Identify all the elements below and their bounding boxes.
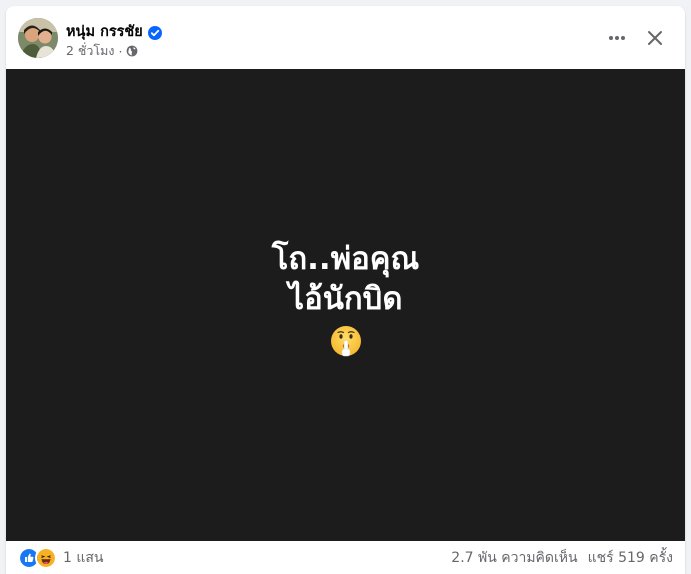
post-meta: 2 ชั่วโมง · <box>66 41 138 61</box>
post-card: หนุ่ม กรรชัย 2 ชั่วโมง · โถ..พ่อคุณ ไอ้น… <box>6 6 685 574</box>
post-engagement-bar: 1 แสน 2.7 พัน ความคิดเห็น แชร์ 519 ครั้ง <box>6 541 685 574</box>
author-name[interactable]: หนุ่ม กรรชัย <box>66 20 143 43</box>
comments-count-link[interactable]: 2.7 พัน ความคิดเห็น <box>451 547 577 569</box>
reaction-icons <box>18 546 57 569</box>
close-button[interactable] <box>637 20 673 56</box>
verified-badge-icon <box>147 25 162 40</box>
author-line: หนุ่ม กรรชัย <box>66 20 162 43</box>
post-timestamp[interactable]: 2 ชั่วโมง <box>66 41 115 61</box>
close-icon <box>648 31 662 45</box>
haha-icon <box>35 546 57 569</box>
post-message: โถ..พ่อคุณ ไอ้นักบิด <box>272 239 420 319</box>
globe-icon[interactable] <box>126 45 138 57</box>
author-avatar[interactable] <box>18 18 58 58</box>
engagement-stats: 2.7 พัน ความคิดเห็น แชร์ 519 ครั้ง <box>451 547 673 569</box>
post-message-line-1: โถ..พ่อคุณ <box>271 241 420 277</box>
reaction-count: 1 แสน <box>63 549 104 566</box>
meta-separator: · <box>118 43 123 59</box>
shushing-face-emoji <box>330 326 361 357</box>
post-header: หนุ่ม กรรชัย 2 ชั่วโมง · <box>6 6 685 69</box>
profile-photo <box>18 18 58 58</box>
more-options-button[interactable] <box>599 20 635 56</box>
more-horizontal-icon <box>609 36 625 40</box>
post-text-background: โถ..พ่อคุณ ไอ้นักบิด <box>6 69 685 541</box>
reactions-summary[interactable]: 1 แสน <box>18 546 104 569</box>
shares-count-link[interactable]: แชร์ 519 ครั้ง <box>588 547 673 569</box>
post-message-line-2: ไอ้นักบิด <box>288 281 403 317</box>
